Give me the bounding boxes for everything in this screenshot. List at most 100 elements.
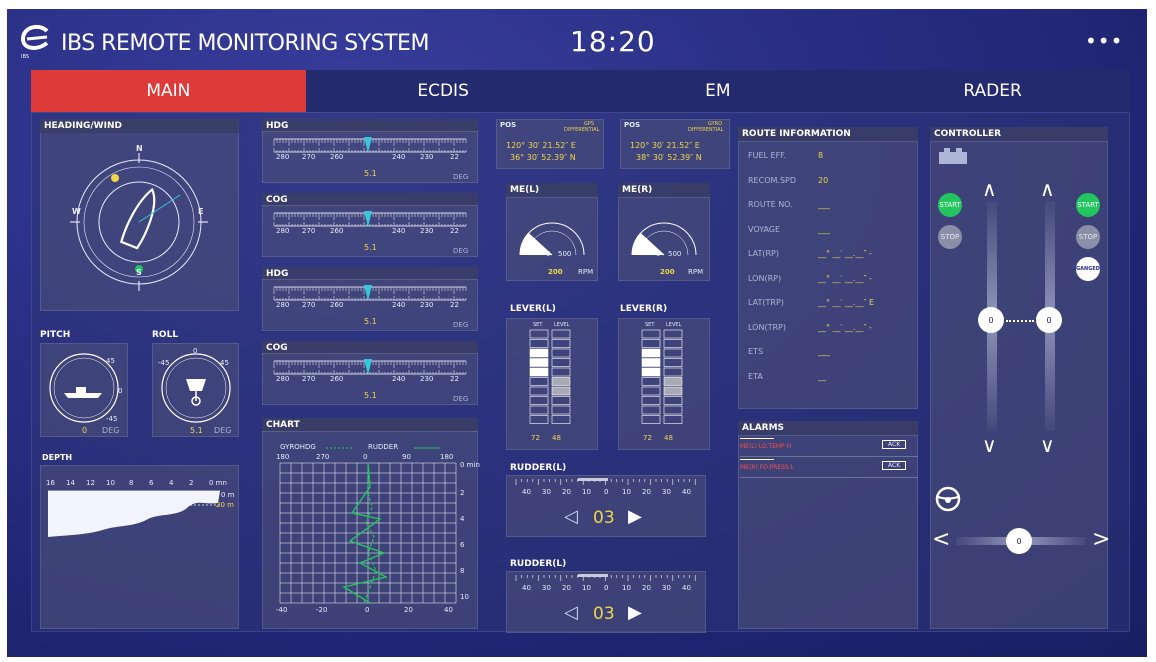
rudder1-left-arrow[interactable]: ◁ (564, 506, 578, 527)
pitch-unit: DEG (102, 426, 120, 435)
route-label-1: RECOM.SPD (748, 175, 797, 185)
pos-gps-title: POS (500, 121, 517, 129)
right-throttle-handle[interactable]: 0 (1036, 307, 1062, 333)
tape4-tick-1: 270 (302, 375, 316, 383)
rudder2-right-arrow[interactable]: ▶ (628, 602, 642, 623)
tape2-tick-2: 260 (330, 227, 344, 235)
left-start-button[interactable]: START (938, 193, 962, 217)
tape4-tick-2: 260 (330, 375, 344, 383)
left-stop-button[interactable]: STOP (938, 225, 962, 249)
route-value-2: ___ (818, 200, 830, 209)
tape1-unit: DEG (453, 173, 469, 181)
pos-gyro-source2: DIFFERENTIAL (688, 127, 724, 133)
steer-left-arrow[interactable]: < (932, 527, 950, 552)
me-left-zero: 0 (546, 250, 551, 258)
alarm-divider-2 (740, 456, 918, 457)
rudder1-right-arrow[interactable]: ▶ (628, 506, 642, 527)
tab-rader[interactable]: RADER (855, 70, 1130, 112)
me-left-unit: RPM (578, 268, 594, 276)
tape2-tick-3: 240 (392, 227, 406, 235)
pitch-down-label: -45 (106, 415, 118, 423)
tape4-tick-4: 230 (420, 375, 434, 383)
left-throttle-up-arrow[interactable]: ∧ (982, 177, 997, 201)
tape3-tick-3: 240 (392, 301, 406, 309)
tab-ecdis[interactable]: ECDIS (306, 70, 581, 112)
chart-right-tick-3: 6 (460, 541, 465, 549)
engine-icon (939, 148, 967, 164)
lever-right-val1: 72 (643, 434, 652, 442)
lever-right-bars (641, 329, 683, 424)
right-start-button[interactable]: START (1076, 193, 1100, 217)
roll-gauge (161, 353, 231, 423)
roll-value: 5.1 (190, 426, 203, 435)
rudder1-tick-4: 0 (604, 488, 609, 496)
tape4-tick-0: 280 (276, 375, 290, 383)
rudder2-left-arrow[interactable]: ◁ (564, 602, 578, 623)
depth-profile (48, 490, 222, 537)
rudder1-tick-2: 20 (562, 488, 571, 496)
right-throttle-down-arrow[interactable]: ∨ (1040, 433, 1055, 457)
tape1-tick-1: 270 (302, 153, 316, 161)
rudder1-tick-1: 30 (542, 488, 551, 496)
chart-right-tick-4: 8 (460, 567, 465, 575)
main-panel: HEADING/WIND N S W E PITCH 45 0 -45 0 DE… (31, 112, 1130, 633)
rudder2-title: RUDDER(L) (510, 559, 567, 569)
roll-unit: DEG (214, 426, 232, 435)
tape2-unit: DEG (453, 247, 469, 255)
me-right-value: 200 (660, 268, 675, 276)
pos-gps-source2: DIFFERENTIAL (564, 127, 600, 133)
tape3-tick-4: 230 (420, 301, 434, 309)
rudder2-tick-8: 40 (682, 584, 691, 592)
left-throttle-down-arrow[interactable]: ∨ (982, 433, 997, 457)
rudder2-tick-0: 40 (522, 584, 531, 592)
app-frame: IBS IBS REMOTE MONITORING SYSTEM 18:20 •… (7, 9, 1147, 657)
route-value-4: __° __′ __.__″ - (818, 249, 872, 258)
rudder1-tick-5: 10 (622, 488, 631, 496)
tab-bar: MAIN ECDIS EM RADER (31, 70, 1130, 112)
steering-handle[interactable]: 0 (1006, 528, 1032, 554)
tape3-unit: DEG (453, 321, 469, 329)
lever-right-val2: 48 (664, 434, 673, 442)
alarm-item-1: ME(L) LO.TEMP H (740, 443, 792, 450)
route-value-0: 8 (818, 151, 824, 160)
steer-right-arrow[interactable]: > (1092, 527, 1110, 552)
route-label-2: ROUTE NO. (748, 200, 793, 209)
chart-right-tick-5: 10 (460, 593, 469, 601)
right-throttle-up-arrow[interactable]: ∧ (1040, 177, 1055, 201)
rudder2-tick-1: 30 (542, 584, 551, 592)
tape3-tick-1: 270 (302, 301, 316, 309)
lever-left-val2: 48 (552, 434, 561, 442)
tab-main[interactable]: MAIN (31, 70, 306, 112)
chart-right-tick-2: 4 (460, 515, 465, 523)
tape2-value: 5.1 (364, 243, 377, 252)
ganged-toggle[interactable]: GANGED (1076, 257, 1100, 281)
alarm-ack-button-1[interactable]: ACK (882, 440, 907, 449)
route-value-6: __° __′ __.__″ E (818, 298, 875, 307)
alarm-ack-button-2[interactable]: ACK (882, 461, 907, 470)
chart-bottom-tick-3: 20 (404, 606, 413, 614)
app-title: IBS REMOTE MONITORING SYSTEM (61, 31, 429, 56)
tape4-value: 5.1 (364, 391, 377, 400)
roll-left-label: -45 (158, 359, 170, 367)
pos-gyro-lat: 38° 30′ 52.39″ N (636, 153, 702, 162)
tape1-tick-5: 22 (450, 153, 459, 161)
tape4-tick-3: 240 (392, 375, 406, 383)
alarm-divider-3 (740, 459, 774, 460)
tab-em[interactable]: EM (581, 70, 856, 112)
chart-top-tick-3: 90 (402, 453, 411, 461)
more-menu-button[interactable]: ••• (1085, 29, 1123, 53)
rudder2-tick-4: 0 (604, 584, 609, 592)
rudder2-tick-5: 10 (622, 584, 631, 592)
rudder1-tick-0: 40 (522, 488, 531, 496)
left-throttle-handle[interactable]: 0 (978, 307, 1004, 333)
tape1-tick-4: 230 (420, 153, 434, 161)
chart-top-tick-1: 270 (316, 453, 330, 461)
right-stop-button[interactable]: STOP (1076, 225, 1100, 249)
roll-title: ROLL (152, 330, 179, 340)
chart-legend-gyro: GYROHDG (280, 443, 316, 451)
tape2-tick-5: 22 (450, 227, 459, 235)
lever-left-title: LEVER(L) (510, 304, 556, 314)
pos-gps-lon: 120° 30′ 21.52″ E (506, 141, 576, 150)
route-label-4: LAT(RP) (748, 249, 780, 258)
lever-right-title: LEVER(R) (620, 304, 668, 314)
